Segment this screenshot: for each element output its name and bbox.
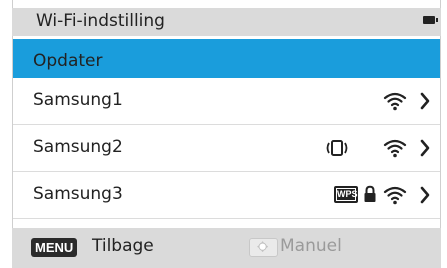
device-signal-icon: [326, 140, 348, 156]
footer-bar: MENU Tilbage Manuel: [12, 228, 441, 268]
page-title: Wi-Fi-indstilling: [36, 11, 165, 31]
manual-label: Manuel: [280, 236, 342, 256]
chevron-right-icon: [420, 186, 430, 204]
lock-icon: [364, 185, 376, 202]
update-label: Opdater: [33, 51, 103, 71]
wifi-signal-icon: [383, 186, 407, 205]
menu-key[interactable]: MENU: [31, 238, 78, 257]
header-bar: Wi-Fi-indstilling: [12, 8, 441, 36]
navigation-pad-icon: [249, 238, 278, 257]
battery-full-icon: [423, 16, 438, 24]
wifi-settings-screen: Wi-Fi-indstilling Opdater Samsung1 Samsu…: [0, 0, 447, 268]
network-row-samsung3[interactable]: Samsung3 WPS: [13, 172, 440, 219]
network-ssid: Samsung1: [33, 90, 123, 110]
wifi-signal-icon: [383, 92, 407, 111]
chevron-right-icon: [420, 139, 430, 157]
wps-icon: WPS: [334, 186, 358, 203]
wifi-signal-icon: [383, 139, 407, 158]
update-button[interactable]: Opdater: [13, 39, 440, 78]
network-ssid: Samsung3: [33, 184, 123, 204]
back-label[interactable]: Tilbage: [92, 236, 154, 256]
chevron-right-icon: [420, 92, 430, 110]
network-row-samsung1[interactable]: Samsung1: [13, 78, 440, 125]
wps-label: WPS: [336, 188, 358, 201]
network-ssid: Samsung2: [33, 137, 123, 157]
network-row-samsung2[interactable]: Samsung2: [13, 125, 440, 172]
